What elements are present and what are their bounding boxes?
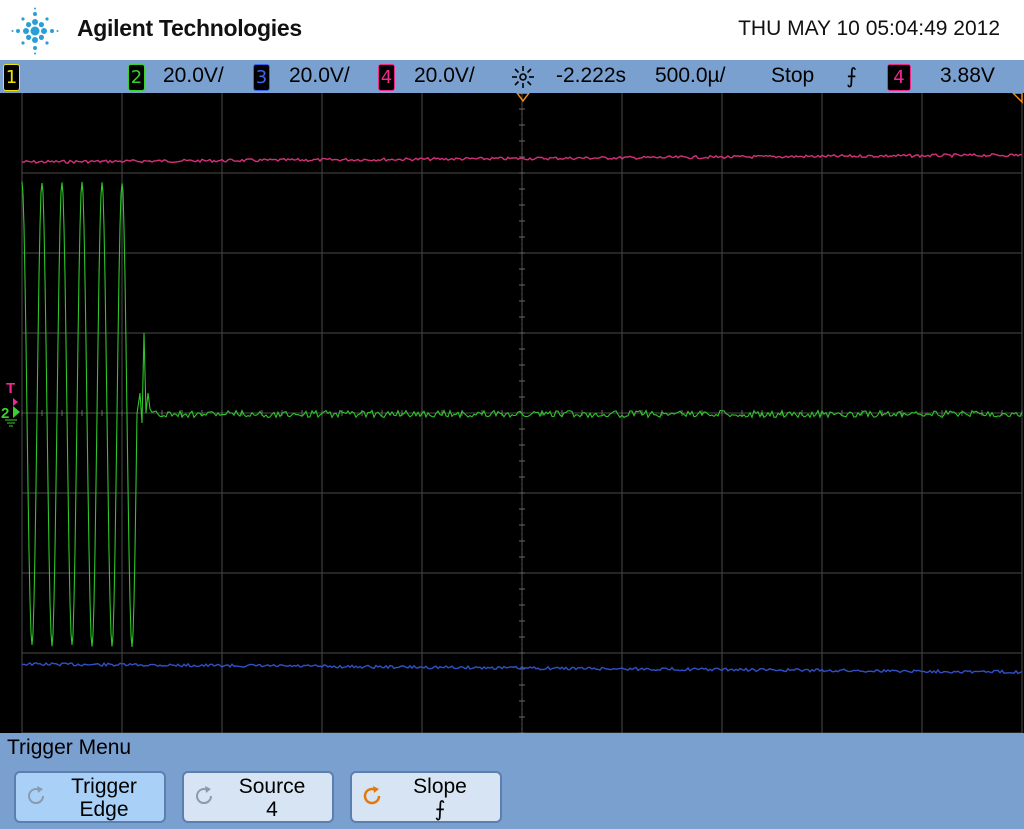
channel-2-indicator[interactable]: 2 — [128, 64, 145, 91]
channel-3-indicator[interactable]: 3 — [253, 64, 270, 91]
menu-title: Trigger Menu — [7, 736, 132, 759]
source-label: Source — [238, 775, 306, 798]
source-value: 4 — [266, 798, 278, 821]
run-state[interactable]: Stop — [771, 64, 814, 88]
header: Agilent Technologies THU MAY 10 05:04:49… — [0, 0, 1024, 60]
offscreen-marker-icon — [1011, 93, 1023, 104]
waveform-canvas: T 2 — [1, 93, 1023, 733]
channel-2-ground-marker: 2 — [1, 405, 9, 422]
date-time: THU MAY 10 05:04:49 2012 — [738, 17, 1000, 40]
source-softkey[interactable]: Source 4 — [182, 771, 334, 823]
channel-2-arrow-icon — [13, 406, 20, 418]
falling-edge-icon: ⨍ — [846, 64, 857, 88]
slope-label: Slope — [413, 775, 467, 798]
channel-3-scale[interactable]: 20.0V/ — [289, 64, 350, 88]
trigger-position-icon — [512, 66, 534, 88]
trigger-level[interactable]: 3.88V — [940, 64, 995, 88]
channel-4-indicator[interactable]: 4 — [378, 64, 395, 91]
channel-4-scale[interactable]: 20.0V/ — [414, 64, 475, 88]
channel-2-scale[interactable]: 20.0V/ — [163, 64, 224, 88]
trigger-mode-softkey[interactable]: Trigger Edge — [14, 771, 166, 823]
status-bar: 1 2 20.0V/ 3 20.0V/ 4 20.0V/ -2.222s 500… — [0, 60, 1024, 93]
trigger-mode-label: Trigger — [71, 775, 137, 798]
trigger-time-marker-icon — [516, 93, 530, 103]
slope-value: ⨍ — [434, 797, 446, 821]
slope-softkey[interactable]: Slope ⨍ — [350, 771, 502, 823]
trigger-delay[interactable]: -2.222s — [556, 64, 626, 88]
timebase[interactable]: 500.0µ/ — [655, 64, 726, 88]
waveform-display[interactable]: T 2 — [0, 93, 1024, 733]
trigger-level-arrow-icon — [13, 398, 18, 406]
channel-1-indicator[interactable]: 1 — [3, 64, 20, 91]
menu-panel: Trigger Menu Trigger Edge Source 4 Slope… — [0, 733, 1024, 829]
trigger-mode-value: Edge — [79, 798, 129, 821]
trigger-level-marker: T — [6, 380, 15, 397]
agilent-logo-icon — [11, 7, 59, 55]
brand-name: Agilent Technologies — [77, 15, 302, 41]
trigger-source-indicator[interactable]: 4 — [887, 64, 911, 91]
